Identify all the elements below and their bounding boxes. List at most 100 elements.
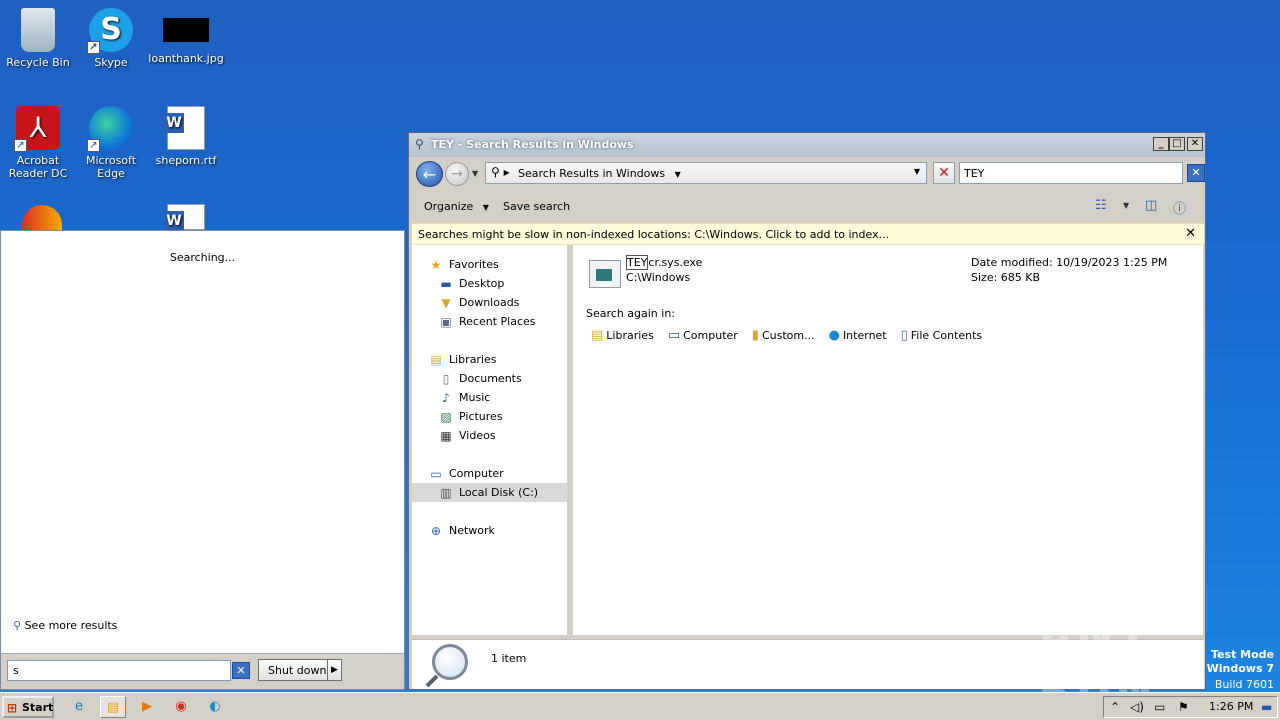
shutdown-button[interactable]: Shut down ▶ xyxy=(258,659,342,681)
desktop-icon-label: Microsoft Edge xyxy=(85,154,137,180)
nav-music[interactable]: ♪ Music xyxy=(438,388,490,407)
clear-search-icon[interactable]: ✕ xyxy=(232,662,250,679)
start-button[interactable]: ⊞ Start xyxy=(2,696,54,718)
search-again-label-item: Computer xyxy=(683,329,738,342)
nav-label: Favorites xyxy=(449,258,499,271)
acrobat-icon: ⅄ ↗ xyxy=(14,106,60,152)
folder-icon: ▮ xyxy=(751,328,759,343)
filename-rest: cr.sys.exe xyxy=(648,256,703,269)
music-icon: ♪ xyxy=(442,390,450,405)
desktop-icon-acrobat[interactable]: ⅄ ↗ Acrobat Reader DC xyxy=(0,106,76,180)
nav-computer[interactable]: ▭ Computer xyxy=(428,464,503,483)
nav-label: Downloads xyxy=(459,296,520,309)
nav-label: Network xyxy=(449,524,495,537)
computer-icon: ▭ xyxy=(667,328,681,343)
nav-label: Pictures xyxy=(459,410,503,423)
search-again-computer[interactable]: ▭ Computer xyxy=(668,328,738,343)
taskbar: ⊞ Start e ▤ ▶ ◉ ◐ ⌃ ◁) ▭ ⚑ ▬ 1:26 PM xyxy=(0,692,1280,720)
address-text: Search Results in Windows xyxy=(518,167,666,180)
build-label: Build 7601 xyxy=(1214,678,1274,691)
result-path: C:\Windows xyxy=(626,271,691,284)
shutdown-label: Shut down xyxy=(268,664,327,677)
file-contents-icon: ▯ xyxy=(900,328,908,343)
search-again-file-contents[interactable]: ▯ File Contents xyxy=(901,328,983,343)
change-view-icon[interactable]: ☷ xyxy=(1095,198,1107,213)
clear-search-icon[interactable]: ✕ xyxy=(1187,164,1205,182)
search-again-libraries[interactable]: ▤ Libraries xyxy=(591,328,654,343)
search-again-custom[interactable]: ▮ Custom... xyxy=(752,328,815,343)
nav-label: Recent Places xyxy=(459,315,536,328)
search-status: Searching... xyxy=(169,251,236,264)
chrome-icon[interactable]: ◉ xyxy=(168,696,194,718)
close-infobar-icon[interactable]: ✕ xyxy=(1185,226,1196,241)
info-bar[interactable]: Searches might be slow in non-indexed lo… xyxy=(412,223,1204,245)
results-pane: TEYcr.sys.exe C:\Windows Date modified: … xyxy=(573,245,1203,635)
see-more-results-link[interactable]: ⚲ See more results xyxy=(13,619,117,632)
shortcut-arrow-icon: ↗ xyxy=(87,41,100,54)
explorer-window: ⚲ TEY - Search Results in Windows _ □ ✕ … xyxy=(408,132,1206,690)
address-dropdown-icon[interactable]: ▼ xyxy=(914,167,920,176)
desktop-icon-label: loanthank.jpg xyxy=(148,52,224,65)
info-bar-text: Searches might be slow in non-indexed lo… xyxy=(418,228,890,241)
save-search-button[interactable]: Save search xyxy=(503,200,570,213)
preview-pane-icon[interactable]: ◫ xyxy=(1145,198,1157,213)
desktop-icon-sheporn[interactable]: W sheporn.rtf xyxy=(148,106,224,167)
nav-videos[interactable]: ▦ Videos xyxy=(438,426,496,445)
chevron-down-icon: ▼ xyxy=(482,203,489,212)
nav-local-disk[interactable]: ▥ Local Disk (C:) xyxy=(412,483,567,502)
edge-icon: ↗ xyxy=(87,106,133,152)
nav-label: Videos xyxy=(459,429,496,442)
local-disk-icon: ▥ xyxy=(440,485,452,500)
volume-icon[interactable]: ◁) xyxy=(1130,700,1144,714)
desktop-icon-skype[interactable]: S ↗ Skype xyxy=(73,8,149,69)
media-player-icon[interactable]: ▶ xyxy=(134,696,160,718)
nav-downloads[interactable]: ▼ Downloads xyxy=(438,293,519,312)
internet-explorer-icon[interactable]: e xyxy=(66,696,92,718)
show-hidden-icons-icon[interactable]: ⌃ xyxy=(1110,700,1120,714)
explorer-taskbar-icon[interactable]: ▤ xyxy=(100,696,126,718)
organize-button[interactable]: Organize ▼ xyxy=(424,200,489,213)
nav-documents[interactable]: ▯ Documents xyxy=(438,369,522,388)
chrome-icon-partial[interactable] xyxy=(22,205,62,230)
desktop-icon-edge[interactable]: ↗ Microsoft Edge xyxy=(73,106,149,180)
forward-button[interactable]: → xyxy=(445,162,469,186)
maximize-button[interactable]: □ xyxy=(1169,137,1185,151)
search-input[interactable]: TEY xyxy=(959,162,1183,184)
stop-search-button[interactable]: ✕ xyxy=(933,162,955,184)
edge-icon[interactable]: ◐ xyxy=(202,696,228,718)
documents-icon: ▯ xyxy=(442,371,450,386)
nav-pictures[interactable]: ▨ Pictures xyxy=(438,407,503,426)
start-menu: Searching... ⚲ See more results s ✕ Shut… xyxy=(0,230,405,690)
back-button[interactable]: ← xyxy=(416,161,443,187)
action-center-flag-icon[interactable]: ⚑ xyxy=(1178,700,1189,714)
nav-favorites[interactable]: ★ Favorites xyxy=(428,255,499,274)
organize-label: Organize xyxy=(424,200,474,213)
shutdown-options-arrow-icon[interactable]: ▶ xyxy=(327,660,341,680)
nav-label: Desktop xyxy=(459,277,505,290)
breadcrumb-dropdown-icon[interactable]: ▼ xyxy=(675,170,681,179)
nav-label: Local Disk (C:) xyxy=(459,486,539,499)
clock[interactable]: 1:26 PM xyxy=(1209,700,1253,713)
shortcut-arrow-icon: ↗ xyxy=(14,139,27,152)
magnifier-icon xyxy=(432,644,468,680)
result-filename[interactable]: TEYcr.sys.exe xyxy=(626,255,703,270)
nav-desktop[interactable]: ▬ Desktop xyxy=(438,274,504,293)
start-search-input[interactable]: s xyxy=(7,660,231,681)
minimize-button[interactable]: _ xyxy=(1153,137,1169,151)
address-bar[interactable]: ⚲ ▸ Search Results in Windows ▼ ▼ xyxy=(485,162,927,184)
nav-libraries[interactable]: ▤ Libraries xyxy=(428,350,496,369)
nav-network[interactable]: ⊕ Network xyxy=(428,521,495,540)
desktop-icon-recycle-bin[interactable]: Recycle Bin xyxy=(0,8,76,69)
network-tray-icon[interactable]: ▭ xyxy=(1154,700,1165,714)
title-bar[interactable]: ⚲ TEY - Search Results in Windows _ □ ✕ xyxy=(409,133,1205,157)
recent-pages-dropdown-icon[interactable]: ▼ xyxy=(472,169,478,178)
see-more-label: See more results xyxy=(24,619,118,632)
skype-icon: S ↗ xyxy=(87,8,133,54)
desktop-icon-loanthank[interactable]: loanthank.jpg xyxy=(148,8,224,65)
search-again-internet[interactable]: ● Internet xyxy=(829,328,887,343)
close-button[interactable]: ✕ xyxy=(1187,137,1203,151)
nav-recent-places[interactable]: ▣ Recent Places xyxy=(438,312,536,331)
show-desktop-icon[interactable]: ▬ xyxy=(1261,700,1272,714)
help-icon[interactable]: ⓘ xyxy=(1173,198,1186,217)
view-options-dropdown-icon[interactable]: ▼ xyxy=(1123,201,1129,210)
